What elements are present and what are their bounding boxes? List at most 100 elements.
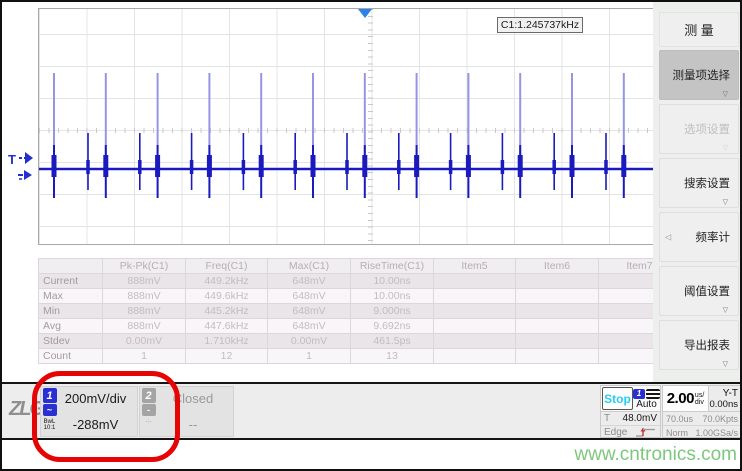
sample-rate: 1.00GSa/s — [695, 428, 738, 438]
trigger-level-marker-icon[interactable]: T — [6, 148, 38, 186]
table-cell: 648mV — [268, 304, 351, 319]
table-row: Avg888mV447.6kHz648mV9.692ns — [39, 319, 706, 334]
table-cell: 888mV — [103, 274, 186, 289]
table-cell: 12 — [186, 349, 268, 364]
channel1-scale: 200mV/div — [58, 391, 133, 406]
channel1-badge: 1 — [43, 388, 57, 403]
measurement-table-header: Pk-Pk(C1)Freq(C1)Max(C1)RiseTime(C1) Item… — [39, 259, 706, 274]
table-cell: 9.000ns — [351, 304, 434, 319]
svg-text:T: T — [8, 152, 16, 167]
table-cell — [434, 304, 516, 319]
sidebar-item-2[interactable]: 搜索设置 ▽ — [659, 158, 739, 208]
trigger-source-badge: 1 — [633, 389, 645, 399]
column-header: Freq(C1) — [186, 259, 268, 274]
c1-frequency-readout: C1:1.245737kHz — [497, 17, 583, 33]
timebase-scale: 2.00 — [667, 390, 694, 407]
channel2-ratio: -:- — [146, 419, 152, 425]
sidebar-item-4[interactable]: 阈值设置▽ — [659, 266, 739, 316]
channel1-block[interactable]: 1 ~ BwL10:1 200mV/div -288mV — [40, 386, 138, 437]
chevron-down-icon: ▽ — [723, 198, 728, 206]
measure-menu-panel: 测 量 测量项选择▽选项设置▽搜索设置▽◁频率计阈值设置▽导出报表▽ — [653, 2, 740, 382]
channel2-badge: 2 — [142, 388, 156, 403]
channel1-waveform — [39, 9, 657, 246]
table-cell: 0.00mV — [103, 334, 186, 349]
measurement-table: Pk-Pk(C1)Freq(C1)Max(C1)RiseTime(C1) Item… — [38, 258, 706, 364]
sidebar-item-label: 测量项选择 — [673, 67, 731, 83]
sidebar-item-0[interactable]: 测量项选择▽ — [659, 50, 739, 100]
acquisition-mode: Norm — [666, 428, 688, 438]
table-cell — [516, 304, 599, 319]
table-cell — [434, 334, 516, 349]
chevron-down-icon: ▽ — [723, 144, 728, 152]
status-bar: ZLG® 1 ~ BwL10:1 200mV/div -288mV 2 - -:… — [2, 382, 740, 440]
table-row: Current888mV449.2kHz648mV10.00ns — [39, 274, 706, 289]
table-cell: 888mV — [103, 289, 186, 304]
table-cell — [516, 334, 599, 349]
channel1-offset: -288mV — [58, 417, 133, 432]
table-row: Count112113 — [39, 349, 706, 364]
row-label: Max — [39, 289, 103, 304]
table-cell: 648mV — [268, 274, 351, 289]
table-cell — [516, 319, 599, 334]
table-cell — [516, 289, 599, 304]
table-row: Min888mV445.2kHz648mV9.000ns — [39, 304, 706, 319]
table-cell: 648mV — [268, 319, 351, 334]
table-cell — [434, 319, 516, 334]
table-cell: 447.6kHz — [186, 319, 268, 334]
table-cell: 1 — [268, 349, 351, 364]
table-cell: 888mV — [103, 319, 186, 334]
channel2-coupling-icon: - — [142, 404, 156, 416]
table-row: Max888mV449.6kHz648mV10.00ns — [39, 289, 706, 304]
chevron-down-icon: ▽ — [723, 306, 728, 314]
sidebar-item-label: 搜索设置 — [684, 175, 730, 191]
sidebar-item-1[interactable]: 选项设置 ▽ — [659, 104, 739, 154]
table-cell — [516, 349, 599, 364]
run-stop-button[interactable]: Stop — [602, 387, 633, 410]
table-cell — [434, 274, 516, 289]
trigger-level-label: T — [604, 413, 610, 424]
column-header: RiseTime(C1) — [351, 259, 434, 274]
trigger-position-marker-icon[interactable] — [358, 9, 372, 18]
channel1-bwl-probe: BwL10:1 — [44, 419, 56, 431]
chevron-down-icon: ▽ — [723, 360, 728, 368]
trigger-type: Edge — [604, 427, 627, 438]
table-cell — [434, 349, 516, 364]
channel2-scale: Closed — [157, 391, 229, 406]
sidebar-item-label: 选项设置 — [684, 121, 730, 137]
table-cell: 648mV — [268, 289, 351, 304]
column-header: Pk-Pk(C1) — [103, 259, 186, 274]
chevron-left-icon: ◁ — [665, 233, 671, 242]
table-row: Stdev0.00mV1.710kHz0.00mV461.5ps — [39, 334, 706, 349]
trigger-panel[interactable]: Stop 1 Auto T 48.0mV Edge — [600, 385, 661, 438]
column-header: Item6 — [516, 259, 599, 274]
sidebar-item-3[interactable]: ◁频率计 — [659, 212, 739, 262]
record-points: 70.0Kpts — [702, 414, 738, 424]
capture-window: 70.0us — [666, 414, 693, 424]
channel1-coupling-icon: ~ — [43, 404, 57, 416]
channel2-block[interactable]: 2 - -:- Closed -- — [139, 386, 234, 437]
table-cell: 10.00ns — [351, 274, 434, 289]
table-cell: 1.710kHz — [186, 334, 268, 349]
row-label: Avg — [39, 319, 103, 334]
sidebar-item-5[interactable]: 导出报表 ▽ — [659, 320, 739, 370]
table-cell: 1 — [103, 349, 186, 364]
table-cell — [434, 289, 516, 304]
row-label: Count — [39, 349, 103, 364]
trigger-coupling-icon — [646, 389, 660, 399]
row-label: Current — [39, 274, 103, 289]
trigger-delay: 0.00ns — [709, 399, 738, 410]
watermark: www.cntronics.com — [574, 444, 737, 466]
column-header: Max(C1) — [268, 259, 351, 274]
sidebar-item-label: 导出报表 — [684, 337, 730, 353]
channel2-offset: -- — [157, 417, 229, 432]
trigger-mode: Auto — [636, 399, 657, 410]
display-mode: Y-T — [723, 388, 738, 399]
table-corner — [39, 259, 103, 274]
table-cell: 13 — [351, 349, 434, 364]
waveform-display[interactable] — [38, 8, 656, 245]
trigger-level-value: 48.0mV — [623, 413, 657, 424]
table-cell: 461.5ps — [351, 334, 434, 349]
timebase-panel[interactable]: 2.00 us/div Y-T 0.00ns 70.0us 70.0Kpts N… — [662, 385, 742, 438]
timebase-unit: us/div — [695, 392, 704, 406]
rising-edge-icon — [635, 427, 657, 438]
